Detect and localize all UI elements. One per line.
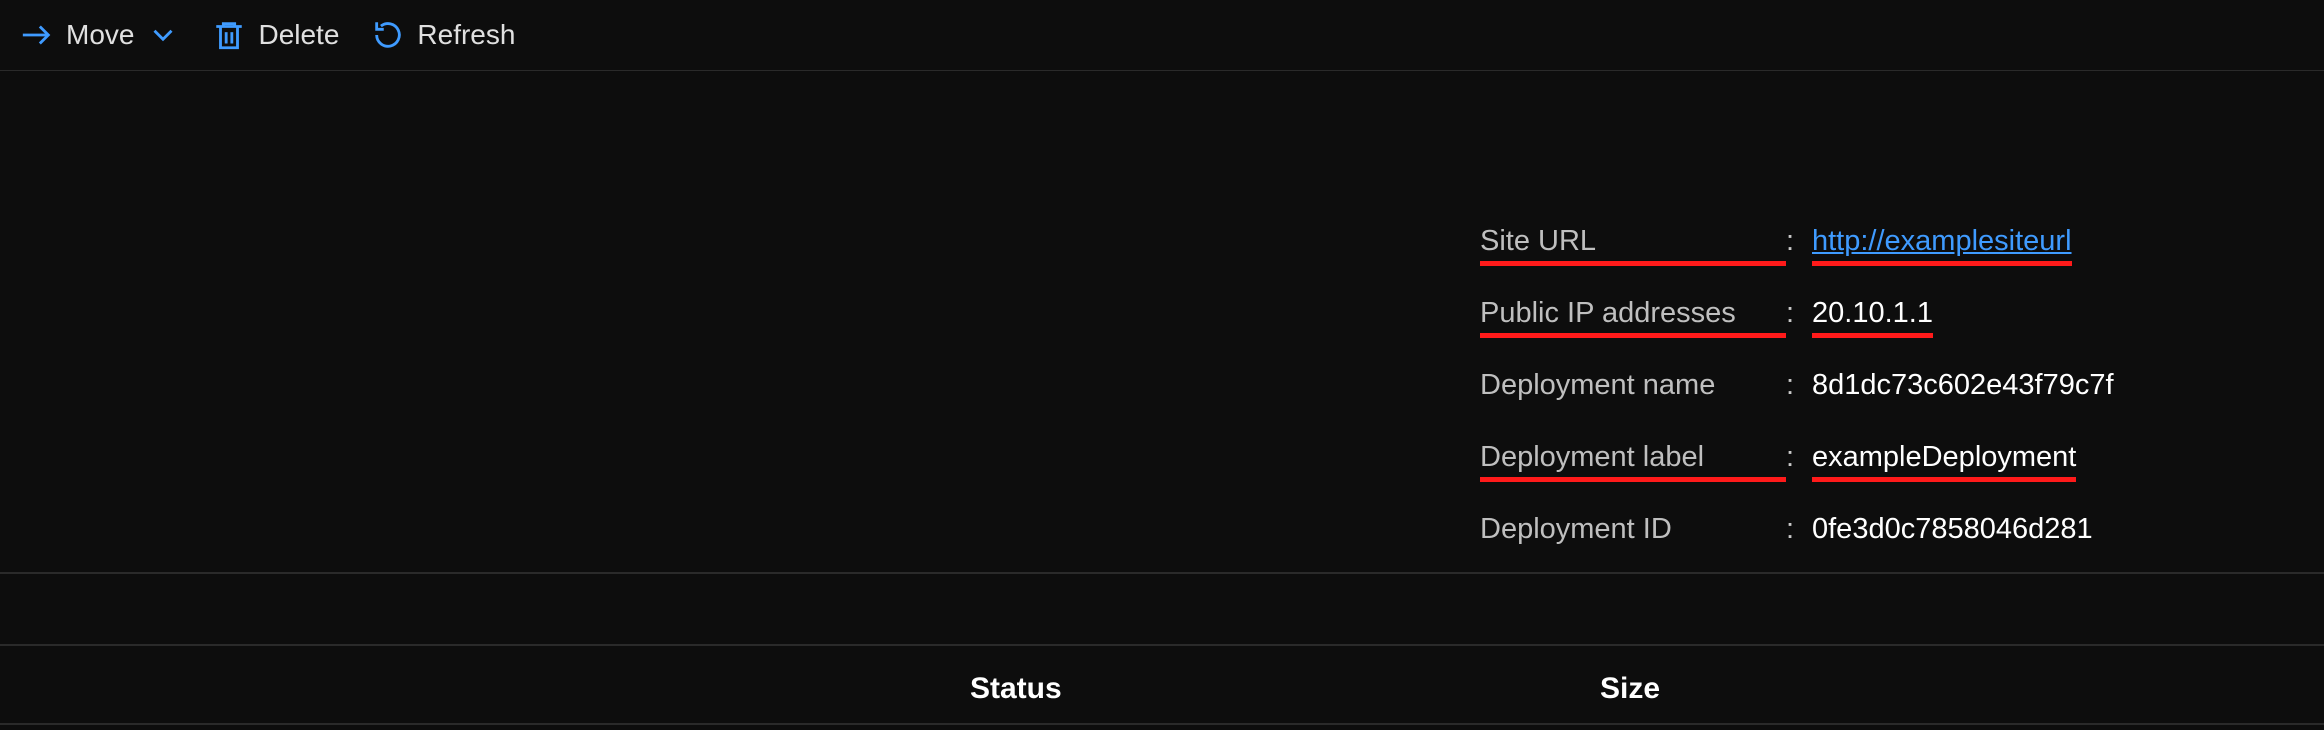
separator: : [1786,225,1812,262]
properties-panel: Site URL : http://examplesiteurl Public … [1480,190,2114,550]
delete-label: Delete [258,19,339,51]
property-row-deployment-name: Deployment name : 8d1dc73c602e43f79c7f [1480,334,2114,406]
divider [0,644,2324,646]
separator: : [1786,441,1812,478]
refresh-icon [371,18,405,52]
arrow-right-icon [20,18,54,52]
command-bar: Move Delete Refresh [0,0,2324,71]
property-row-deployment-label: Deployment label : exampleDeployment [1480,406,2114,478]
deployment-name-label: Deployment name [1480,369,1786,406]
deployment-id-value: 0fe3d0c7858046d281 [1812,513,2093,550]
delete-button[interactable]: Delete [212,18,339,52]
site-url-link[interactable]: http://examplesiteurl [1812,225,2072,257]
site-url-label: Site URL [1480,225,1786,262]
chevron-down-icon [146,18,180,52]
move-button[interactable]: Move [20,18,180,52]
separator: : [1786,369,1812,406]
deployment-name-value: 8d1dc73c602e43f79c7f [1812,369,2114,406]
divider [0,572,2324,574]
property-row-site-url: Site URL : http://examplesiteurl [1480,190,2114,262]
trash-icon [212,18,246,52]
deployment-id-label: Deployment ID [1480,513,1786,550]
deployment-label-label: Deployment label [1480,441,1786,478]
property-row-public-ip: Public IP addresses : 20.10.1.1 [1480,262,2114,334]
table-header-status[interactable]: Status [970,655,1600,723]
table-header-spacer [0,655,970,723]
public-ip-value: 20.10.1.1 [1812,297,1933,334]
public-ip-label: Public IP addresses [1480,297,1786,334]
move-label: Move [66,19,134,51]
site-url-value: http://examplesiteurl [1812,225,2072,262]
separator: : [1786,513,1812,550]
table-header-row: Status Size [0,655,2324,725]
table-header-size[interactable]: Size [1600,655,2324,723]
deployment-label-value: exampleDeployment [1812,441,2076,478]
refresh-button[interactable]: Refresh [371,18,515,52]
separator: : [1786,297,1812,334]
property-row-deployment-id: Deployment ID : 0fe3d0c7858046d281 [1480,478,2114,550]
refresh-label: Refresh [417,19,515,51]
